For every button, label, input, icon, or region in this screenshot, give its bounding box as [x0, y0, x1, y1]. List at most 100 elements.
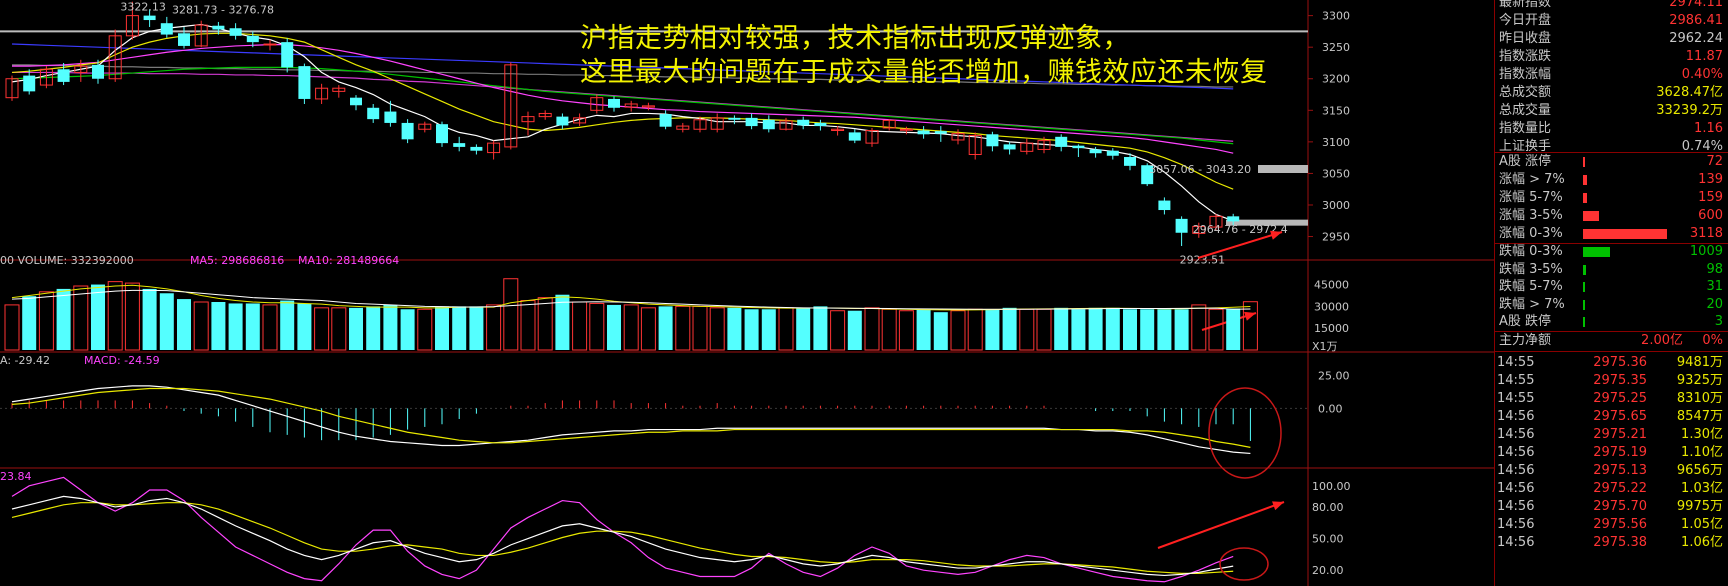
- candle-body-down: [160, 23, 173, 35]
- decline-count: 3: [1714, 314, 1723, 330]
- volume-bar-down: [1105, 307, 1120, 350]
- gap-marker-upper: [1258, 165, 1308, 174]
- advance-count: 139: [1698, 172, 1723, 187]
- annotation-line-2: 这里最大的问题在于成交量能否增加，赚钱效应还未恢复: [580, 57, 1268, 88]
- advance-label: A股 涨停: [1499, 154, 1552, 169]
- macd-dea-header: A: -29.42: [0, 354, 50, 367]
- range-label-1: 3281.73 - 3276.78: [172, 4, 274, 17]
- macd-dea-line: [11, 387, 1251, 448]
- index-stat-label: 今日开盘: [1499, 13, 1552, 28]
- decline-row: A股 跌停 3: [1495, 313, 1728, 331]
- volume-bar-up: [193, 301, 209, 351]
- volume-bar-up: [692, 305, 708, 351]
- tick-volume: 9656万: [1676, 463, 1723, 478]
- decline-bar: [1583, 247, 1610, 257]
- advance-count: 600: [1698, 208, 1723, 223]
- candle-body-down: [436, 124, 448, 144]
- advance-row: A股 涨停 72: [1495, 153, 1728, 171]
- volume-ma5-header: MA5: 298686816: [190, 254, 284, 267]
- index-stat-value: 2974.11: [1669, 0, 1723, 10]
- index-stat-value: 2986.41: [1669, 13, 1723, 28]
- decline-bar: [1583, 299, 1585, 310]
- candle-body-up: [263, 43, 277, 46]
- price-tick-label: 3200: [1322, 73, 1350, 86]
- index-stat-label: 总成交额: [1499, 85, 1552, 100]
- volume-bar-up: [124, 282, 140, 351]
- tick-row: 14:56 2975.38 1.06亿: [1495, 534, 1728, 552]
- candle-body-down: [1055, 136, 1068, 147]
- candle-body-down: [92, 64, 104, 79]
- tick-price: 2975.13: [1593, 463, 1647, 478]
- net-flow-pct: 0%: [1702, 333, 1723, 348]
- decline-count: 1009: [1689, 244, 1723, 259]
- volume-bar-down: [142, 288, 157, 350]
- volume-bar-down: [228, 303, 243, 350]
- volume-bar-down: [349, 307, 363, 350]
- volume-tick-label: 30000: [1314, 300, 1349, 313]
- index-stat-value: 33239.2万: [1656, 103, 1723, 118]
- kdj-arrow-head: [1272, 501, 1284, 511]
- candle-body-down: [143, 15, 156, 21]
- volume-bar-down: [658, 306, 673, 350]
- decline-count: 20: [1706, 296, 1723, 312]
- volume-bar-up: [950, 310, 966, 351]
- tick-volume: 9975万: [1676, 499, 1723, 514]
- advance-row: 涨幅 5-7% 159: [1495, 189, 1728, 207]
- candle-body-down: [23, 75, 36, 92]
- volume-bar-down: [400, 309, 415, 350]
- index-stat-label: 指数量比: [1499, 121, 1552, 136]
- volume-bar-down: [607, 304, 621, 350]
- volume-tick-label: 45000: [1314, 279, 1349, 292]
- volume-bar-up: [967, 308, 983, 351]
- candle-body-down: [1175, 218, 1188, 233]
- volume-bar-up: [709, 307, 725, 351]
- volume-bar-down: [744, 309, 759, 350]
- tick-row: 14:55 2975.35 9325万: [1495, 372, 1728, 390]
- advance-count: 3118: [1689, 226, 1723, 241]
- volume-bar-down: [1002, 307, 1017, 350]
- candle-body-down: [384, 111, 397, 123]
- decline-count: 98: [1706, 261, 1723, 277]
- tick-row: 14:55 2975.36 9481万: [1495, 354, 1728, 372]
- tick-time: 14:56: [1497, 463, 1535, 478]
- kdj-highlight-circle: [1219, 547, 1269, 581]
- tick-price: 2975.19: [1593, 445, 1647, 460]
- volume-bar-up: [503, 278, 519, 351]
- index-stat-value: 2962.24: [1669, 31, 1723, 46]
- tick-volume: 8547万: [1676, 409, 1723, 424]
- candle-body-down: [178, 33, 190, 46]
- decline-label: 跌幅 5-7%: [1499, 279, 1563, 295]
- volume-bar-down: [56, 288, 71, 350]
- volume-bar-down: [1071, 309, 1086, 350]
- volume-arrow-head: [1244, 311, 1256, 321]
- index-stat-label: 指数涨跌: [1499, 49, 1552, 64]
- index-stat-row: 最新指数 2974.11: [1495, 0, 1728, 12]
- tick-volume: 1.30亿: [1681, 427, 1723, 442]
- index-stat-label: 指数涨幅: [1499, 67, 1552, 82]
- candle-body-down: [556, 116, 569, 126]
- volume-bar-down: [1174, 309, 1189, 350]
- kdj-tick-label: 50.00: [1312, 533, 1344, 546]
- tick-volume: 1.03亿: [1681, 481, 1723, 496]
- volume-bar-up: [520, 300, 536, 351]
- volume-bar-down: [916, 309, 931, 350]
- volume-bar-up: [537, 297, 553, 351]
- volume-bar-up: [4, 304, 20, 351]
- volume-bar-up: [898, 310, 914, 351]
- volume-ma5-line: [11, 284, 1251, 311]
- index-stat-row: 昨日收盘 2962.24: [1495, 30, 1728, 48]
- tick-row: 14:56 2975.13 9656万: [1495, 462, 1728, 480]
- volume-bar-up: [675, 305, 691, 351]
- price-tick-label: 3050: [1322, 167, 1350, 180]
- index-stat-value: 0.40%: [1681, 67, 1723, 82]
- tick-time: 14:56: [1497, 481, 1535, 496]
- candle-body-down: [246, 35, 259, 43]
- volume-bar-down: [435, 306, 449, 350]
- volume-bar-up: [314, 307, 330, 351]
- decline-count: 31: [1706, 279, 1723, 295]
- volume-bar-up: [73, 285, 89, 351]
- volume-bar-down: [813, 306, 828, 350]
- volume-bar-up: [1208, 308, 1224, 351]
- kdj-arrow: [1157, 501, 1285, 549]
- advance-bar: [1583, 157, 1585, 167]
